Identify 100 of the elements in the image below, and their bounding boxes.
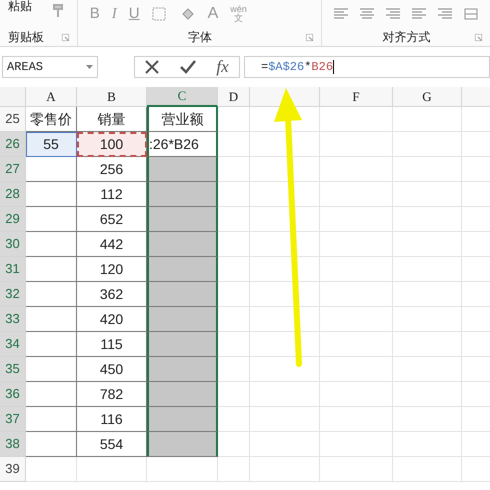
column-header[interactable]: C xyxy=(147,87,218,107)
formula-part: = xyxy=(261,58,268,76)
dropdown-caret-icon[interactable] xyxy=(86,64,93,68)
align-icon[interactable] xyxy=(386,8,400,20)
empty-cell xyxy=(393,182,462,207)
row-header[interactable]: 37 xyxy=(0,407,26,432)
empty-cell xyxy=(250,157,320,182)
insert-function-button[interactable]: fx xyxy=(216,54,229,80)
table-cell: 420 xyxy=(77,307,147,332)
table-cell: 554 xyxy=(77,432,147,457)
empty-cell xyxy=(250,457,320,482)
empty-cell xyxy=(250,182,320,207)
format-painter-icon[interactable] xyxy=(52,4,64,18)
name-box[interactable]: AREAS xyxy=(2,56,98,78)
empty-cell xyxy=(393,307,462,332)
empty-cell xyxy=(250,407,320,432)
empty-cell xyxy=(250,307,320,332)
row-header[interactable]: 32 xyxy=(0,282,26,307)
formula-field[interactable]: =$A$26*B26 xyxy=(244,56,490,78)
table-cell: 营业额 xyxy=(147,107,218,132)
border-icon[interactable] xyxy=(152,7,168,21)
empty-cell xyxy=(393,107,462,132)
table-cell: 782 xyxy=(77,382,147,407)
font-style-button[interactable]: B xyxy=(90,2,100,26)
empty-cell xyxy=(147,457,218,482)
column-header[interactable]: B xyxy=(77,87,147,107)
row-header[interactable]: 26 xyxy=(0,132,26,157)
table-cell: 116 xyxy=(77,407,147,432)
align-icon[interactable] xyxy=(360,8,374,20)
row-header[interactable]: 29 xyxy=(0,207,26,232)
empty-cell xyxy=(250,357,320,382)
row-header[interactable]: 38 xyxy=(0,432,26,457)
table-cell: 652 xyxy=(77,207,147,232)
empty-cell xyxy=(250,332,320,357)
empty-cell xyxy=(393,232,462,257)
dialog-launcher-icon[interactable] xyxy=(306,34,313,40)
phonetic-button[interactable]: wén 文 xyxy=(230,5,247,23)
table-cell: 112 xyxy=(77,182,147,207)
group-label: 字体 xyxy=(188,29,212,46)
font-style-button[interactable]: U xyxy=(128,2,140,26)
cancel-icon[interactable] xyxy=(145,60,160,74)
table-cell: 362 xyxy=(77,282,147,307)
empty-cell xyxy=(250,382,320,407)
align-icon[interactable] xyxy=(334,8,348,20)
row-header[interactable]: 34 xyxy=(0,332,26,357)
formula-part: B26 xyxy=(311,58,334,76)
table-cell: 256 xyxy=(77,157,147,182)
table-cell: 450 xyxy=(77,357,147,382)
empty-cell xyxy=(250,257,320,282)
empty-cell xyxy=(393,132,462,157)
column-header[interactable] xyxy=(250,87,320,107)
row-header[interactable]: 25 xyxy=(0,107,26,132)
table-cell: 442 xyxy=(77,232,147,257)
paste-button[interactable]: 粘贴 xyxy=(8,0,32,13)
table-cell: 115 xyxy=(77,332,147,357)
formula-part: * xyxy=(304,58,312,76)
empty-cell xyxy=(393,282,462,307)
table-cell: 120 xyxy=(77,257,147,282)
group-label: 对齐方式 xyxy=(382,29,430,46)
empty-cell xyxy=(250,232,320,257)
row-header[interactable]: 39 xyxy=(0,457,26,482)
font-color-button[interactable]: A xyxy=(208,2,218,26)
row-header[interactable]: 30 xyxy=(0,232,26,257)
empty-cell xyxy=(393,332,462,357)
dialog-launcher-icon[interactable] xyxy=(475,34,482,40)
font-style-button[interactable]: I xyxy=(112,2,117,26)
empty-cell xyxy=(393,432,462,457)
row-header[interactable]: 33 xyxy=(0,307,26,332)
empty-cell xyxy=(393,357,462,382)
column-header[interactable] xyxy=(462,87,490,107)
table-cell: 55 xyxy=(26,132,77,157)
column-header[interactable]: F xyxy=(320,87,393,107)
empty-cell xyxy=(393,382,462,407)
group-label: 剪贴板 xyxy=(8,29,44,46)
merge-cells-icon[interactable] xyxy=(464,8,478,20)
align-icon[interactable] xyxy=(412,8,426,20)
table-cell: :26*B26 xyxy=(147,132,218,157)
checkmark-icon[interactable] xyxy=(180,60,196,74)
empty-cell xyxy=(393,157,462,182)
row-header[interactable]: 36 xyxy=(0,382,26,407)
empty-cell xyxy=(393,207,462,232)
column-header[interactable]: G xyxy=(393,87,462,107)
column-header[interactable]: D xyxy=(218,87,250,107)
table-cell: 100 xyxy=(77,132,147,157)
empty-cell xyxy=(250,432,320,457)
empty-cell xyxy=(250,207,320,232)
empty-cell xyxy=(77,457,147,482)
empty-cell xyxy=(218,457,250,482)
empty-cell xyxy=(393,407,462,432)
align-icon[interactable] xyxy=(438,8,452,20)
dialog-launcher-icon[interactable] xyxy=(62,34,69,40)
row-header[interactable]: 28 xyxy=(0,182,26,207)
row-header[interactable]: 35 xyxy=(0,357,26,382)
row-header[interactable]: 31 xyxy=(0,257,26,282)
column-header[interactable]: A xyxy=(26,87,77,107)
empty-cell xyxy=(393,457,462,482)
table-cell: 零售价 xyxy=(26,107,77,132)
row-header[interactable]: 27 xyxy=(0,157,26,182)
table-cell: 销量 xyxy=(77,107,147,132)
empty-cell xyxy=(250,282,320,307)
